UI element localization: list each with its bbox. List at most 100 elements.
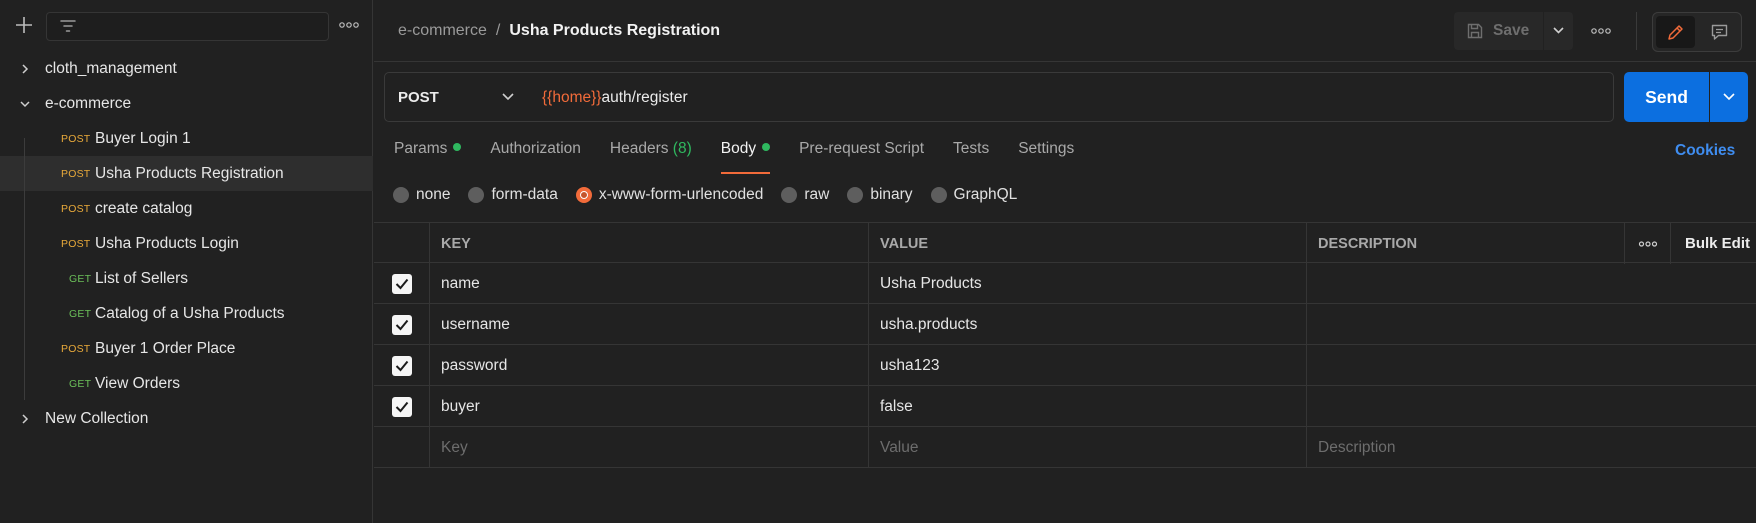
value-input[interactable]: Value [868,427,1306,468]
chevron-right-icon[interactable] [18,412,32,426]
table-row: buyer false [374,386,1756,427]
table-more-icon[interactable] [1624,223,1670,264]
send-button[interactable]: Send [1624,72,1709,122]
method-select[interactable]: POST [384,72,529,122]
radio-none[interactable]: none [393,186,450,204]
collection-new-collection[interactable]: New Collection [0,401,373,436]
more-options-icon[interactable] [1588,18,1614,44]
table-header-row: KEY VALUE DESCRIPTION Bulk Edit [374,222,1756,264]
breadcrumb: e-commerce / Usha Products Registration [398,22,720,40]
radio-circle-selected[interactable] [575,187,592,203]
description-input[interactable]: Description [1306,427,1624,468]
tab-label: Tests [953,140,990,157]
tab-pre-request-script[interactable]: Pre-request Script [799,140,924,174]
value-cell[interactable]: false [868,386,1306,427]
radio-binary[interactable]: binary [847,186,913,204]
radio-label: raw [804,186,830,203]
description-cell[interactable] [1306,304,1624,345]
request-tabs: Params Authorization Headers (8) Body Pr… [394,140,1103,174]
radio-form-data[interactable]: form-data [468,186,558,204]
request-method: GET [69,273,92,285]
request-item[interactable]: POST Buyer Login 1 [0,121,373,156]
header-check-cell [374,223,429,264]
radio-circle[interactable] [781,187,798,203]
key-cell[interactable]: buyer [429,386,868,427]
tab-body[interactable]: Body [720,140,771,174]
column-header-description: DESCRIPTION [1306,223,1624,264]
request-label: Buyer Login 1 [95,130,191,147]
value-cell[interactable]: usha123 [868,345,1306,386]
row-checkbox[interactable] [391,314,412,335]
value-cell[interactable]: Usha Products [868,263,1306,304]
radio-circle[interactable] [847,187,864,203]
key-cell[interactable]: name [429,263,868,304]
request-item[interactable]: POST create catalog [0,191,373,226]
value-cell[interactable]: usha.products [868,304,1306,345]
request-method: POST [61,238,91,250]
chevron-right-icon[interactable] [18,62,32,76]
key-input[interactable]: Key [429,427,868,468]
method-label: POST [398,89,439,106]
radio-label: binary [870,186,913,203]
tab-authorization[interactable]: Authorization [490,140,580,174]
tab-label: Body [720,140,757,157]
save-button[interactable]: Save [1454,12,1543,50]
tab-label: Headers [609,140,669,157]
edit-mode-button[interactable] [1656,16,1695,48]
body-params-table: KEY VALUE DESCRIPTION Bulk Edit name Ush… [374,222,1756,468]
bulk-edit-button[interactable]: Bulk Edit [1670,223,1756,264]
request-item[interactable]: POST Buyer 1 Order Place [0,331,373,366]
tab-settings[interactable]: Settings [1018,140,1074,174]
breadcrumb-current[interactable]: Usha Products Registration [509,22,720,39]
chevron-down-icon[interactable] [18,97,32,111]
tab-params[interactable]: Params [394,140,462,174]
request-label: List of Sellers [95,270,189,287]
radio-raw[interactable]: raw [781,186,829,204]
radio-circle[interactable] [930,187,947,203]
tab-tests[interactable]: Tests [953,140,989,174]
request-item[interactable]: GET View Orders [0,366,373,401]
collection-label: New Collection [45,410,149,427]
url-variable: {{home}} [542,89,602,106]
new-plus-icon[interactable] [12,13,36,37]
sidebar-more-icon[interactable] [338,14,360,36]
key-cell[interactable]: password [429,345,868,386]
chevron-down-icon [502,93,514,101]
cookies-link[interactable]: Cookies [1675,142,1735,160]
row-check-cell [374,386,429,427]
key-cell[interactable]: username [429,304,868,345]
comment-mode-button[interactable] [1700,16,1739,48]
radio-graphql[interactable]: GraphQL [930,186,1017,204]
description-cell[interactable] [1306,345,1624,386]
column-header-key: KEY [429,223,868,264]
row-checkbox[interactable] [391,396,412,417]
checkmark-icon [395,278,408,289]
request-item-selected[interactable]: POST Usha Products Registration [0,156,373,191]
tab-headers[interactable]: Headers (8) [610,140,692,174]
request-item[interactable]: GET List of Sellers [0,261,373,296]
radio-circle[interactable] [468,187,485,203]
collection-e-commerce[interactable]: e-commerce [0,86,373,121]
request-label: Usha Products Login [95,235,239,252]
breadcrumb-parent[interactable]: e-commerce [398,22,487,39]
row-checkbox[interactable] [391,355,412,376]
request-header: e-commerce / Usha Products Registration Sa… [374,0,1756,62]
collection-cloth-management[interactable]: cloth_management [0,51,373,86]
request-method: POST [61,168,91,180]
radio-x-www-form-urlencoded[interactable]: x-www-form-urlencoded [575,186,763,204]
radio-circle[interactable] [393,187,409,203]
filter-input[interactable] [46,12,329,41]
url-path: auth/register [601,89,688,106]
save-dropdown-button[interactable] [1544,12,1573,50]
url-input[interactable]: {{home}}auth/register [528,72,1614,122]
row-checkbox[interactable] [391,273,412,294]
collection-tree: cloth_management e-commerce POST Buyer L… [0,51,373,436]
description-cell[interactable] [1306,263,1624,304]
column-header-value: VALUE [868,223,1306,264]
tab-label: Params [394,140,448,157]
radio-label: form-data [491,186,558,203]
description-cell[interactable] [1306,386,1624,427]
request-item[interactable]: POST Usha Products Login [0,226,373,261]
request-item[interactable]: GET Catalog of a Usha Products [0,296,373,331]
send-dropdown-button[interactable] [1710,72,1748,122]
